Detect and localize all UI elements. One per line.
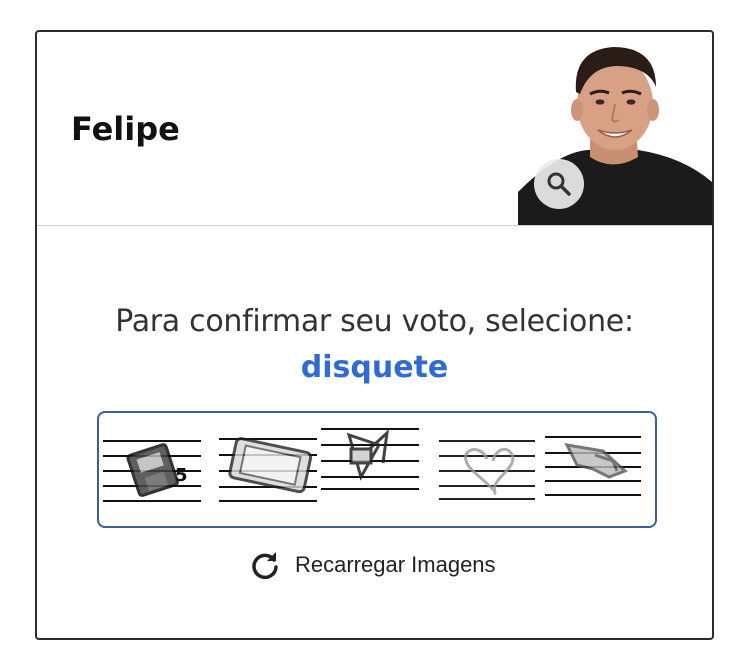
candidate-photo[interactable] — [518, 32, 712, 225]
zoom-button[interactable] — [534, 159, 584, 209]
reload-icon — [252, 552, 278, 580]
captcha-tile-phone[interactable] — [219, 431, 319, 511]
floppy-disk-icon: 5 — [103, 440, 201, 502]
svg-text:5: 5 — [175, 465, 188, 486]
captcha-tile-hand[interactable] — [543, 431, 643, 511]
candidate-name: Felipe — [71, 110, 180, 148]
heart-icon — [439, 440, 535, 500]
captcha-tile-floppy-disk[interactable]: 5 — [103, 431, 203, 511]
magnifier-icon — [547, 172, 571, 196]
captcha-tile-heart[interactable] — [437, 431, 537, 511]
captcha-image-strip: 5 — [97, 411, 657, 528]
reload-images-label: Recarregar Imagens — [295, 552, 496, 577]
vote-card: Felipe Para confirmar seu voto, selecion… — [35, 30, 714, 640]
reload-images-button[interactable]: Recarregar Imagens — [249, 549, 496, 581]
captcha-target-word: disquete — [300, 350, 449, 385]
candidate-header: Felipe — [37, 32, 712, 226]
hand-icon — [545, 436, 641, 496]
phone-icon — [219, 437, 317, 502]
captcha-prompt: Para confirmar seu voto, selecione: — [115, 304, 634, 339]
shapes-icon — [321, 428, 419, 490]
captcha-tile-shapes[interactable] — [321, 423, 421, 503]
